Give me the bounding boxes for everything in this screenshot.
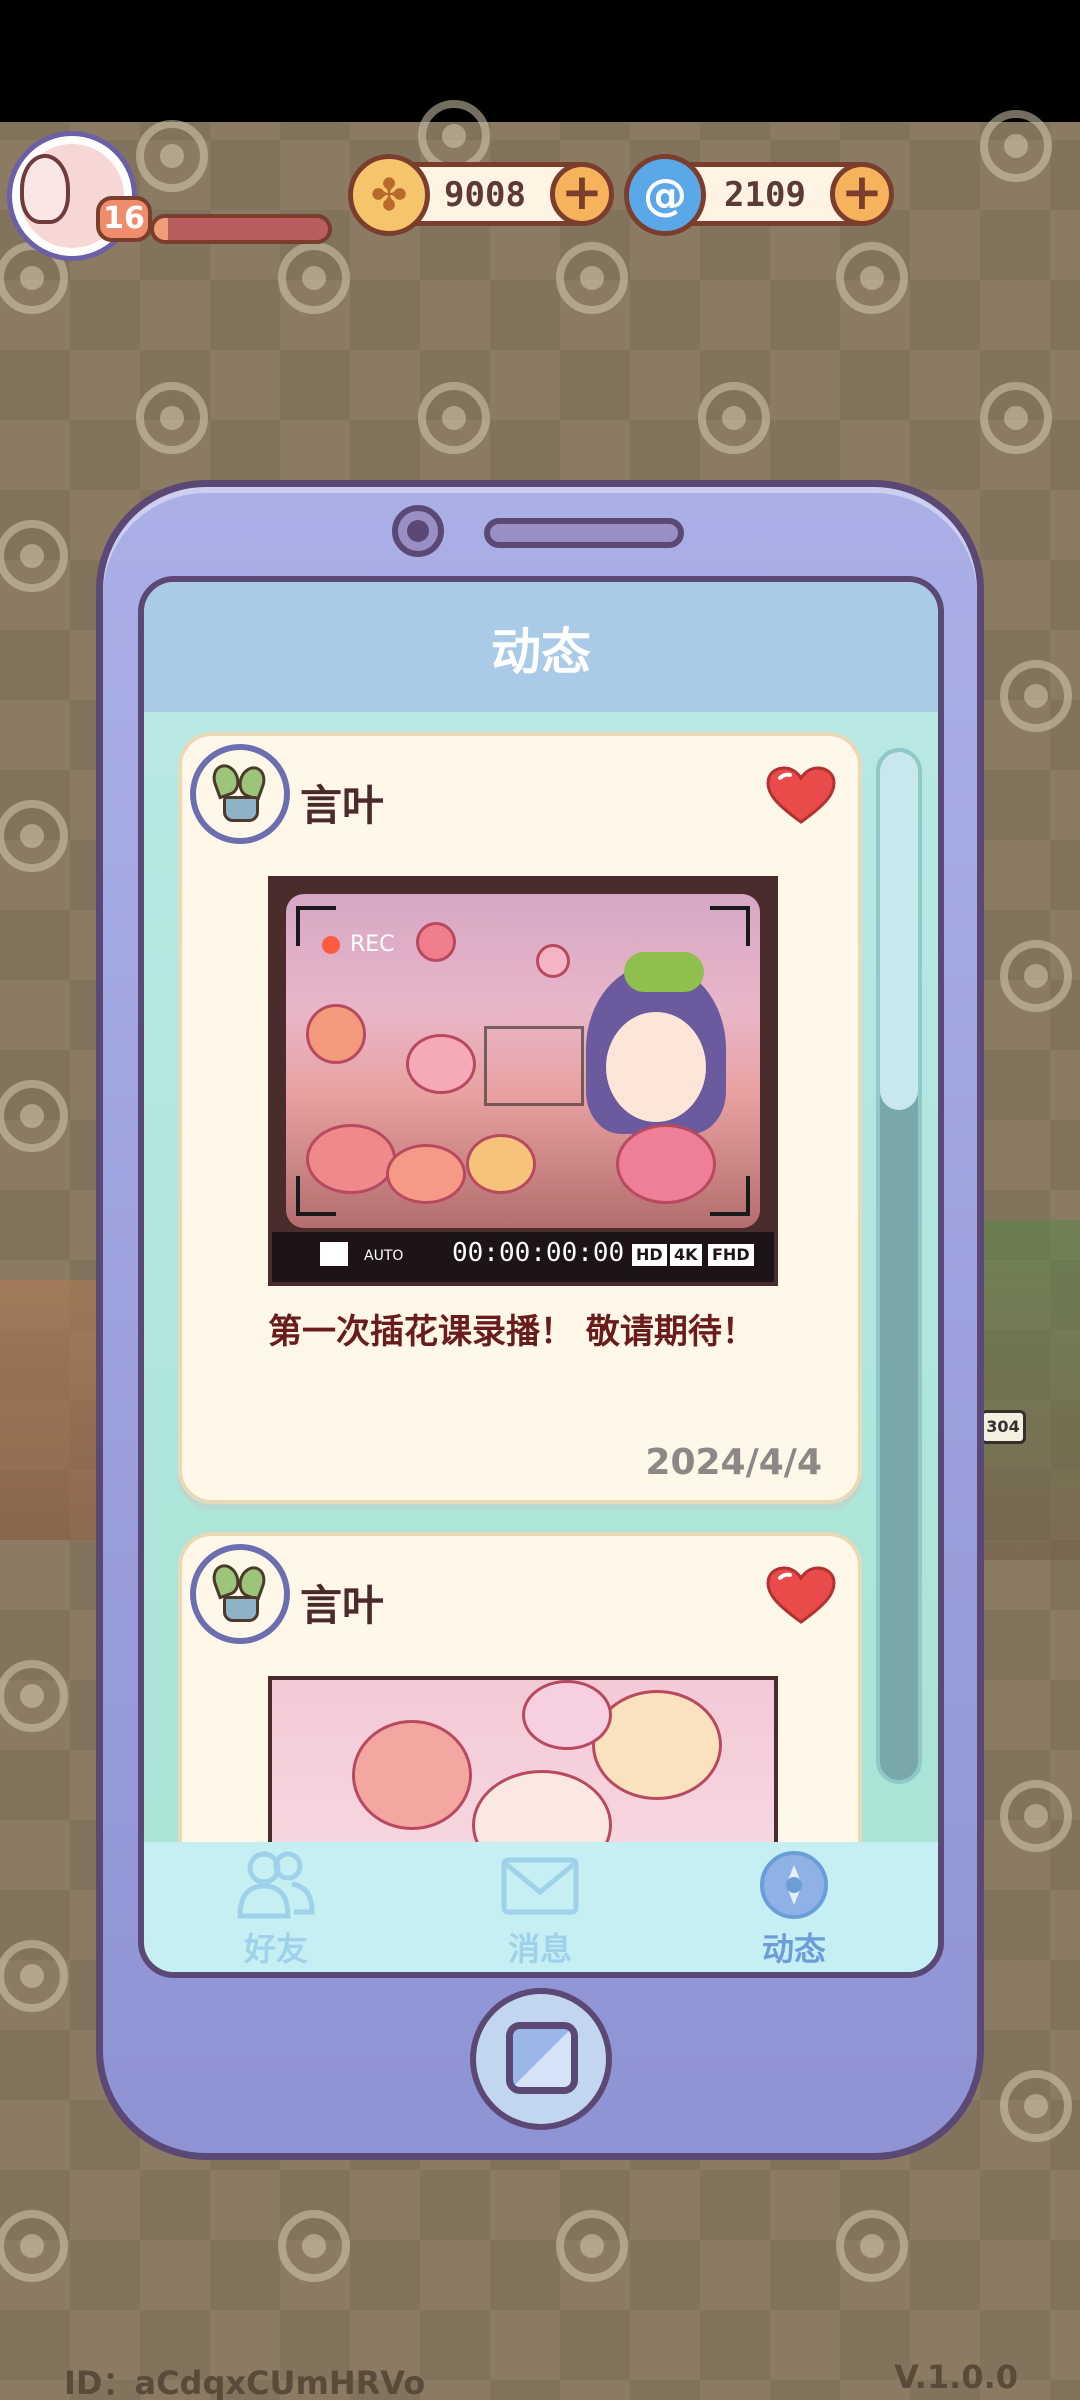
character-face (606, 1012, 706, 1122)
gem-value: 2109 (724, 175, 806, 215)
timecode: 00:00:00:00 (452, 1238, 625, 1268)
author-avatar[interactable] (190, 1544, 290, 1644)
post-text: 第一次插花课录播！ 敬请期待！ (268, 1312, 756, 1352)
add-gems-button[interactable]: + (830, 162, 894, 226)
hd-badge: HD (632, 1244, 667, 1266)
potted-plant-icon (208, 1560, 270, 1624)
sun-pattern-icon (278, 242, 350, 314)
tab-messages[interactable]: 消息 (460, 1850, 620, 1970)
sun-pattern-icon (1000, 2070, 1072, 2142)
sun-pattern-icon (0, 1940, 68, 2012)
sun-pattern-icon (556, 242, 628, 314)
home-square-icon (506, 2022, 578, 2094)
sun-pattern-icon (0, 2210, 68, 2282)
scenery-left (0, 1280, 96, 1540)
scenery-right (984, 1220, 1080, 1560)
add-coins-button[interactable]: + (550, 162, 614, 226)
app-version: V.1.0.0 (894, 2358, 1018, 2396)
gem-swirl-icon: @ (624, 154, 706, 236)
post-photo[interactable]: REC AUTO 00:00:00:00 HD 4K FHD (268, 876, 778, 1286)
like-heart-icon[interactable] (766, 1566, 836, 1626)
rec-label: REC (350, 932, 395, 957)
fhd-badge: FHD (708, 1244, 754, 1266)
sun-pattern-icon (136, 382, 208, 454)
bottom-nav: 好友 消息 动态 (144, 1842, 938, 1972)
sun-pattern-icon (980, 110, 1052, 182)
sun-pattern-icon (1000, 660, 1072, 732)
camera-info-bar: AUTO 00:00:00:00 HD 4K FHD (272, 1232, 774, 1282)
post-date: 2024/4/4 (645, 1442, 822, 1483)
scrollbar-thumb[interactable] (880, 752, 918, 1110)
sun-pattern-icon (0, 1660, 68, 1732)
mail-icon (501, 1857, 579, 1915)
sun-pattern-icon (278, 2210, 350, 2282)
tab-moments[interactable]: 动态 (714, 1850, 874, 1970)
flowers-photo (272, 1680, 774, 1842)
sun-pattern-icon (698, 382, 770, 454)
potted-plant-icon (208, 760, 270, 824)
sun-pattern-icon (980, 382, 1052, 454)
auto-label: AUTO (364, 1248, 404, 1264)
xp-bar (150, 214, 332, 244)
sun-pattern-icon (836, 242, 908, 314)
phone-camera-icon (392, 505, 444, 557)
post-photo[interactable] (268, 1676, 778, 1842)
sun-pattern-icon (418, 382, 490, 454)
sun-pattern-icon (136, 120, 208, 192)
status-bar (0, 0, 1080, 122)
tab-label: 好友 (243, 1930, 308, 1968)
coin-icon: ✤ (348, 154, 430, 236)
author-name[interactable]: 言叶 (300, 1572, 384, 1633)
moments-icon (760, 1851, 828, 1919)
level-badge: 16 (96, 196, 152, 242)
xp-bar-fill (154, 218, 168, 240)
focus-frame (484, 1026, 584, 1106)
player-id: ID：aCdqxCUmHRVo (64, 2364, 426, 2400)
tab-friends[interactable]: 好友 (196, 1850, 356, 1970)
post-card: 言叶 (178, 1532, 862, 1842)
phone-speaker (484, 518, 684, 548)
sun-pattern-icon (1000, 940, 1072, 1012)
sun-pattern-icon (0, 800, 68, 872)
friends-icon (237, 1851, 315, 1919)
bunny-avatar-icon (20, 154, 70, 224)
4k-badge: 4K (670, 1244, 702, 1266)
sun-pattern-icon (556, 2210, 628, 2282)
tab-label: 动态 (761, 1930, 826, 1968)
sun-pattern-icon (836, 2210, 908, 2282)
author-avatar[interactable] (190, 744, 290, 844)
post-card-clip: 言叶 (176, 1530, 866, 1842)
sun-pattern-icon (1000, 1780, 1072, 1852)
like-heart-icon[interactable] (766, 766, 836, 826)
post-card: 言叶 REC AUTO 00:00:00:00 HD 4K FHD 第一次插花课… (178, 732, 862, 1504)
rec-dot-icon (322, 936, 340, 954)
tab-label: 消息 (507, 1930, 572, 1968)
author-name[interactable]: 言叶 (300, 772, 384, 833)
sun-pattern-icon (0, 1080, 68, 1152)
exposure-icon (320, 1242, 348, 1266)
page-title: 动态 (491, 623, 591, 681)
scenery-sign: 304 (980, 1410, 1026, 1444)
camera-viewfinder: REC (286, 894, 760, 1228)
character-bow (624, 952, 704, 992)
sun-pattern-icon (0, 520, 68, 592)
